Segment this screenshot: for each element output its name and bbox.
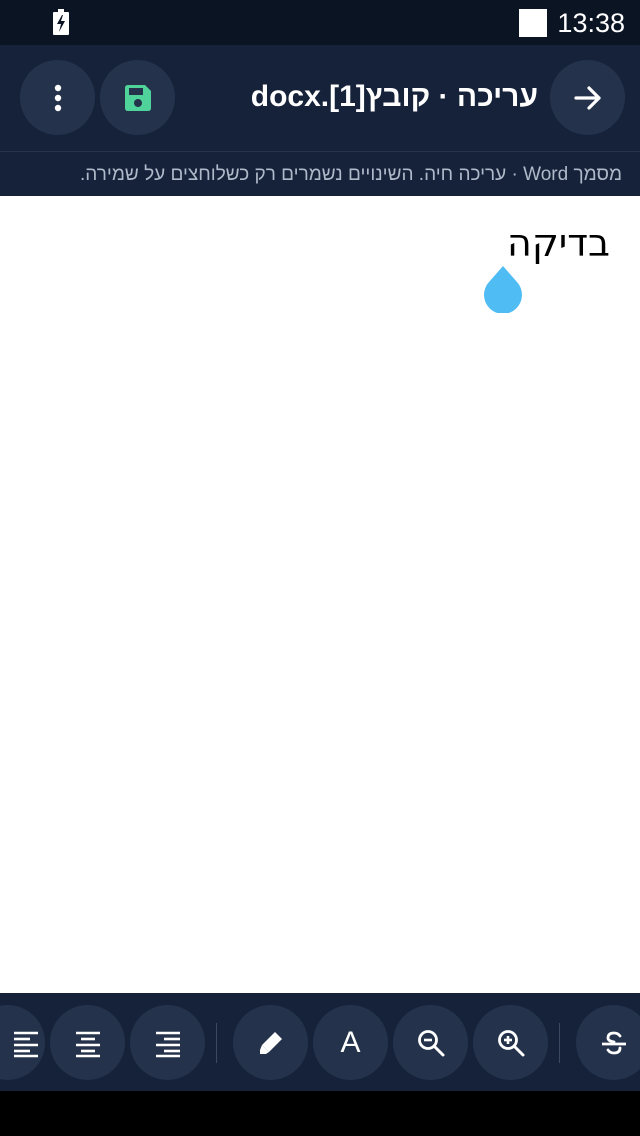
formatting-toolbar: A [0, 993, 640, 1091]
status-clock: 13:38 [557, 8, 625, 38]
align-center-icon [75, 1031, 100, 1057]
toolbar-divider [216, 1023, 217, 1063]
font-button[interactable]: A [313, 1005, 388, 1080]
more-options-button[interactable] [20, 60, 95, 135]
save-icon [124, 84, 151, 111]
strikethrough-button[interactable] [576, 1005, 640, 1080]
status-bar: 13:38 [0, 0, 640, 45]
document-editor[interactable]: בדיקה [0, 196, 640, 993]
info-bar: מסמך Word · עריכה חיה. השינויים נשמרים ר… [0, 151, 640, 196]
zoom-in-icon [497, 1029, 524, 1056]
highlight-icon [259, 1031, 282, 1054]
zoom-out-button[interactable] [393, 1005, 468, 1080]
battery-charging-icon [53, 9, 69, 35]
strikethrough-icon [601, 1031, 626, 1054]
arrow-right-icon [573, 85, 601, 110]
back-button[interactable] [550, 60, 625, 135]
align-right-button[interactable] [130, 1005, 205, 1080]
save-button[interactable] [100, 60, 175, 135]
page-title: עריכה · קובץ[1].docx [250, 80, 538, 113]
screen: 13:38 עריכה · קובץ[1].docx מסמך Word · ע… [0, 0, 640, 1136]
align-left-button[interactable] [0, 1005, 45, 1080]
zoom-out-icon [417, 1029, 444, 1056]
more-vert-icon [54, 84, 61, 111]
notification-square-icon [519, 9, 547, 37]
align-right-icon [155, 1031, 180, 1057]
align-left-icon [13, 1031, 38, 1057]
document-text[interactable]: בדיקה [110, 220, 610, 266]
app-bar: עריכה · קובץ[1].docx [0, 45, 640, 151]
highlight-button[interactable] [233, 1005, 308, 1080]
toolbar-divider [559, 1023, 560, 1063]
zoom-in-button[interactable] [473, 1005, 548, 1080]
document-info-text: מסמך Word · עריכה חיה. השינויים נשמרים ר… [80, 164, 622, 185]
font-icon: A [340, 1025, 361, 1059]
align-center-button[interactable] [50, 1005, 125, 1080]
system-navigation-bar [0, 1091, 640, 1136]
cursor-handle-icon[interactable] [483, 266, 523, 313]
